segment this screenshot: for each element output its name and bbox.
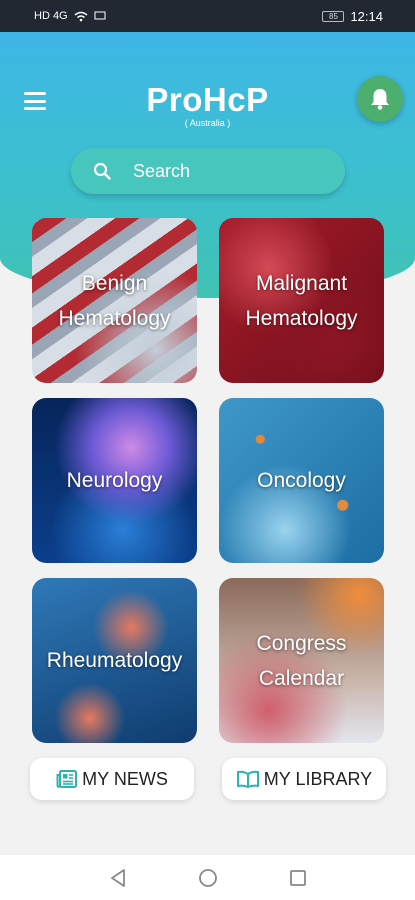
tile-label: Neurology bbox=[61, 463, 169, 498]
battery-icon: 85 bbox=[322, 10, 345, 22]
category-tile-oncology[interactable]: Oncology bbox=[219, 398, 384, 563]
tile-label-line1: Benign bbox=[81, 271, 148, 295]
app-logo: ProHcP ( Australia ) bbox=[0, 81, 415, 129]
signal-text: HD 4G bbox=[34, 10, 68, 22]
status-bar: HD 4G 85 12:14 bbox=[0, 0, 415, 32]
tile-label: Malignant Hematology bbox=[239, 266, 363, 336]
nav-back-button[interactable] bbox=[106, 866, 130, 890]
tile-label-line2: Calendar bbox=[258, 666, 345, 690]
screen-icon bbox=[94, 11, 106, 20]
search-icon bbox=[93, 162, 111, 180]
recents-icon bbox=[289, 869, 306, 886]
my-news-button[interactable]: MY NEWS bbox=[30, 758, 194, 800]
status-time: 12:14 bbox=[350, 8, 383, 24]
newspaper-icon bbox=[56, 770, 78, 788]
category-tile-malignant-hematology[interactable]: Malignant Hematology bbox=[219, 218, 384, 383]
tile-label-line1: Malignant bbox=[255, 271, 348, 295]
tile-label: Congress Calendar bbox=[251, 626, 353, 696]
my-library-label: MY LIBRARY bbox=[263, 768, 373, 789]
back-icon bbox=[110, 868, 125, 887]
wifi-icon bbox=[74, 11, 88, 21]
category-tile-rheumatology[interactable]: Rheumatology bbox=[32, 578, 197, 743]
notifications-button[interactable] bbox=[357, 76, 403, 122]
tile-label: Rheumatology bbox=[41, 643, 188, 678]
tile-label-line1: Congress bbox=[256, 631, 347, 655]
tile-label-line2: Hematology bbox=[58, 306, 171, 330]
nav-home-button[interactable] bbox=[196, 866, 220, 890]
search-bar[interactable] bbox=[71, 148, 345, 194]
tile-label-line1: Neurology bbox=[66, 469, 163, 492]
book-icon bbox=[236, 770, 259, 788]
bell-icon bbox=[371, 89, 389, 110]
category-tile-benign-hematology[interactable]: Benign Hematology bbox=[32, 218, 197, 383]
home-icon bbox=[198, 868, 217, 887]
app-title: ProHcP bbox=[146, 81, 269, 118]
status-icons-left: HD 4G bbox=[34, 10, 106, 22]
system-nav-bar bbox=[0, 855, 415, 900]
my-news-label: MY NEWS bbox=[82, 768, 168, 789]
category-tile-neurology[interactable]: Neurology bbox=[32, 398, 197, 563]
tile-label-line2: Hematology bbox=[245, 306, 358, 330]
status-icons-right: 85 12:14 bbox=[322, 9, 383, 24]
tile-label: Benign Hematology bbox=[52, 266, 176, 336]
tile-label: Oncology bbox=[251, 463, 352, 498]
category-tile-congress-calendar[interactable]: Congress Calendar bbox=[219, 578, 384, 743]
tile-label-line1: Rheumatology bbox=[46, 649, 183, 672]
search-input[interactable] bbox=[133, 160, 313, 182]
app-subtitle: ( Australia ) bbox=[184, 118, 231, 128]
tile-label-line1: Oncology bbox=[257, 469, 346, 492]
my-library-button[interactable]: MY LIBRARY bbox=[222, 758, 386, 800]
nav-recents-button[interactable] bbox=[286, 866, 310, 890]
